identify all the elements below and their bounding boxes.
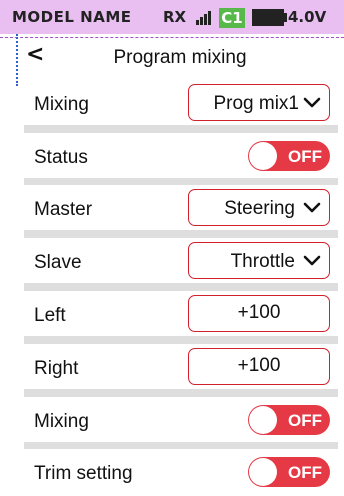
dropdown-value: Steering	[224, 198, 295, 219]
row-trim-setting: Trim setting OFF	[24, 449, 338, 494]
right-value-field[interactable]: +100	[188, 348, 330, 385]
toggle-state: OFF	[288, 147, 322, 166]
toggle-state: OFF	[288, 463, 322, 482]
settings-list: Mixing Prog mix1 Status OFF Master Steer…	[24, 80, 338, 494]
left-value-field[interactable]: +100	[188, 295, 330, 332]
row-label: Mixing	[34, 94, 89, 115]
mixing-dropdown[interactable]: Prog mix1	[188, 84, 330, 121]
focus-marker	[16, 34, 18, 86]
master-dropdown[interactable]: Steering	[188, 189, 330, 226]
toggle-knob	[249, 458, 277, 486]
row-label: Right	[34, 358, 79, 379]
trim-setting-toggle[interactable]: OFF	[248, 457, 330, 487]
rx-label: RX	[163, 8, 187, 26]
battery-tip	[284, 13, 287, 22]
row-slave: Slave Throttle	[24, 238, 338, 283]
row-label: Left	[34, 305, 66, 326]
row-left: Left +100	[24, 291, 338, 336]
row-label: Trim setting	[34, 463, 133, 484]
status-toggle[interactable]: OFF	[248, 141, 330, 171]
battery-icon	[252, 9, 284, 26]
row-label: Status	[34, 147, 88, 168]
page-title: Program mixing	[113, 47, 247, 68]
chevron-down-icon	[303, 97, 321, 108]
signal-bars-icon	[196, 11, 212, 25]
row-mixing-select: Mixing Prog mix1	[24, 80, 338, 125]
battery-voltage: 4.0V	[288, 8, 327, 26]
toggle-knob	[249, 142, 277, 170]
channel-badge: C1	[219, 8, 245, 28]
row-label: Slave	[34, 252, 82, 273]
row-status: Status OFF	[24, 133, 338, 178]
row-mixing-toggle: Mixing OFF	[24, 397, 338, 442]
row-right: Right +100	[24, 344, 338, 389]
chevron-down-icon	[303, 255, 321, 266]
row-master: Master Steering	[24, 185, 338, 230]
toggle-knob	[249, 406, 277, 434]
row-label: Mixing	[34, 411, 89, 432]
dropdown-value: Prog mix1	[213, 93, 299, 114]
status-bar: MODEL NAME RX C1 4.0V	[0, 0, 344, 34]
model-name: MODEL NAME	[12, 8, 132, 26]
chevron-left-icon[interactable]: <	[26, 44, 44, 66]
mixing-toggle[interactable]: OFF	[248, 405, 330, 435]
row-label: Master	[34, 199, 93, 220]
chevron-down-icon	[303, 202, 321, 213]
slave-dropdown[interactable]: Throttle	[188, 242, 330, 279]
toggle-state: OFF	[288, 411, 322, 430]
dropdown-value: Throttle	[230, 251, 295, 272]
